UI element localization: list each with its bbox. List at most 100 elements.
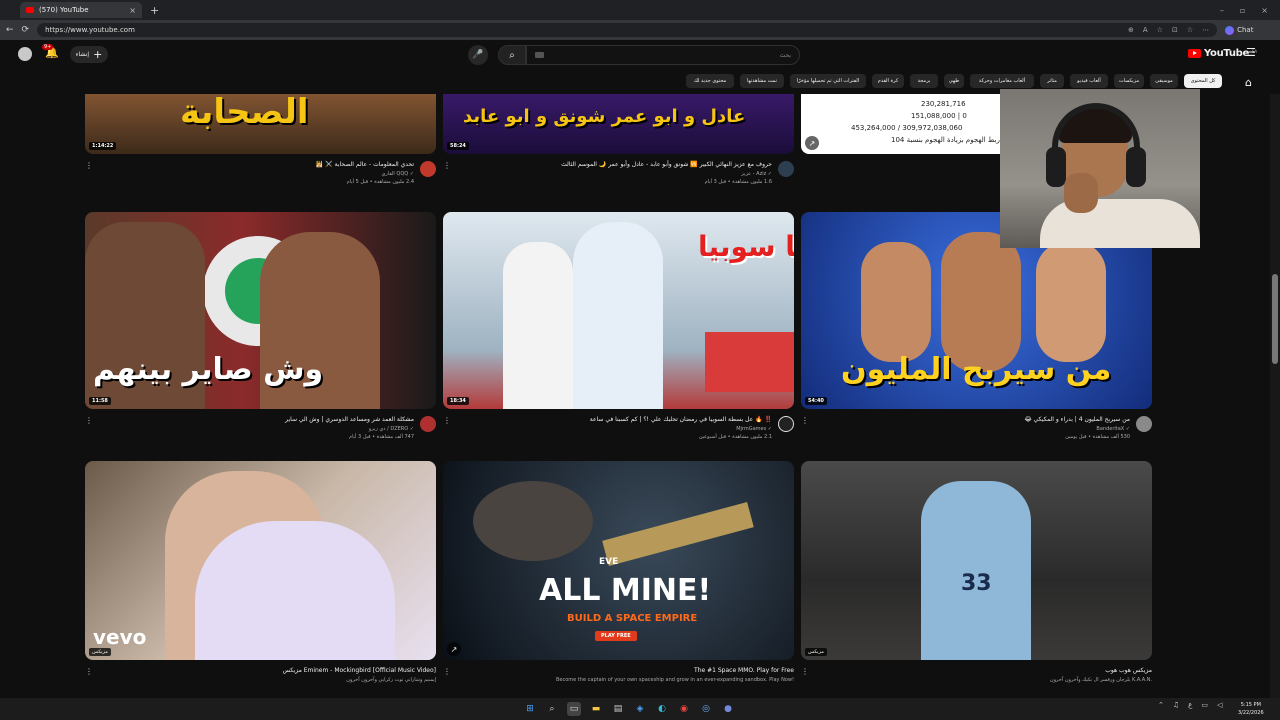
channel-name[interactable]: إيمنيم وشاراني توت ركرايي وآخرون آخرون (346, 677, 436, 683)
edge-browser-icon[interactable]: ◐ (655, 702, 669, 716)
hamburger-menu-icon[interactable]: ☰ (1246, 46, 1256, 59)
browser-tab[interactable]: (570) YouTube × (20, 2, 142, 18)
close-window-button[interactable]: × (1261, 6, 1268, 15)
copilot-chat-button[interactable]: Chat (1225, 25, 1253, 35)
file-explorer-icon[interactable]: ▬ (589, 702, 603, 716)
network-icon[interactable]: ▭ (1201, 701, 1208, 709)
reload-icon[interactable]: ⟳ (22, 25, 30, 35)
address-bar[interactable]: https://www.youtube.com ⊕ A ☆ ⊡ ☆ ⋯ (37, 23, 1218, 37)
video-card[interactable]: 33 مزيكس مزيكس هوب هوب يلرجان ورفسر ال ن… (801, 461, 1152, 696)
new-tab-button[interactable]: + (150, 4, 159, 17)
video-card[interactable]: EVE ALL MINE! BUILD A SPACE EMPIRE PLAY … (443, 461, 794, 696)
chip-recently-uploaded[interactable]: الفترات التي تم تحميلها مؤخرًا (790, 74, 866, 88)
taskbar-search-icon[interactable]: ⌕ (545, 702, 559, 716)
home-icon[interactable]: ⌂ (1245, 76, 1257, 89)
sheet-row: 151,088,000 | 0 (911, 112, 967, 120)
system-clock[interactable]: 5:15 PM 3/22/2026 (1238, 701, 1264, 717)
chip-mixes[interactable]: مزيكسات (1114, 74, 1144, 88)
search-input[interactable]: بحث (526, 45, 800, 65)
voice-search-mic-icon[interactable]: 🎤 (468, 45, 488, 65)
external-link-icon[interactable]: ↗ (805, 136, 819, 150)
chip-new-to-you[interactable]: محتوى جديد لك (686, 74, 734, 88)
back-icon[interactable]: ← (6, 25, 14, 35)
channel-avatar[interactable] (420, 416, 436, 432)
chip-influence[interactable]: مثاثر (1040, 74, 1064, 88)
discord-icon[interactable]: ● (721, 702, 735, 716)
play-free-button[interactable]: PLAY FREE (595, 631, 637, 641)
more-actions-icon[interactable]: ⋮ (85, 416, 93, 425)
favorite-star-icon[interactable]: ☆ (1157, 26, 1163, 34)
channel-avatar[interactable] (778, 161, 794, 177)
volume-icon[interactable]: ◁ (1217, 701, 1222, 709)
chip-programming[interactable]: برمجة (910, 74, 938, 88)
search-button[interactable]: ⌕ (498, 45, 526, 65)
video-title[interactable]: حروف مع عزيز النهائي الكبير 🆚 شونق وأبو … (561, 161, 772, 168)
chip-action-adventure[interactable]: ألعاب مغامرات وحركة (970, 74, 1034, 88)
chip-watched[interactable]: تمت مشاهدتها (740, 74, 784, 88)
minimize-button[interactable]: – (1220, 6, 1224, 15)
channel-name[interactable]: يلرجان ورفسر ال نكيك وآخرون آخرون K.A.A.… (1050, 677, 1152, 683)
channel-avatar[interactable] (1136, 416, 1152, 432)
more-actions-icon[interactable]: ⋮ (85, 161, 93, 170)
scrollbar-thumb[interactable] (1272, 274, 1278, 364)
site-info-icon[interactable]: ⊕ (1128, 26, 1134, 34)
channel-name[interactable]: دي زيرو / DZERO ✓ (369, 426, 414, 432)
more-actions-icon[interactable]: ⋮ (85, 667, 93, 676)
input-language[interactable]: ع (1188, 701, 1192, 709)
more-actions-icon[interactable]: ⋮ (443, 416, 451, 425)
video-title[interactable]: مزيكس هوب هوب (1105, 667, 1152, 674)
video-thumbnail[interactable]: بعنا سوبيا 18:34 (443, 212, 794, 409)
video-title[interactable]: من سيربح المليون 4 | بدراء و المكيكي 😂 (1025, 416, 1130, 423)
channel-name[interactable]: BanderitaX ✓ (1096, 426, 1130, 432)
video-card[interactable]: vevo مزيكس Eminem - Mockingbird [Officia… (85, 461, 436, 696)
video-card[interactable]: عادل و ابو عمر شونق و ابو عابد 58:24 حرو… (443, 94, 794, 190)
channel-name[interactable]: القاري QQQ ✓ (382, 171, 414, 177)
video-thumbnail[interactable]: الصحابة 1:14:22 (85, 94, 436, 154)
video-card[interactable]: وش صاير بينهم 11:58 مشكلة العمد شر ومساع… (85, 212, 436, 445)
split-screen-icon[interactable]: ⊡ (1172, 26, 1178, 34)
video-title[interactable]: Eminem - Mockingbird [Official Music Vid… (283, 667, 436, 674)
keyboard-icon[interactable] (535, 52, 544, 58)
chip-cooking[interactable]: طهي (944, 74, 964, 88)
chip-video-games[interactable]: ألعاب فيديو (1070, 74, 1108, 88)
video-thumbnail[interactable]: 33 مزيكس (801, 461, 1152, 660)
tab-close-icon[interactable]: × (129, 6, 136, 15)
video-thumbnail[interactable]: EVE ALL MINE! BUILD A SPACE EMPIRE PLAY … (443, 461, 794, 660)
video-card[interactable]: بعنا سوبيا 18:34 ‼️ 🔥 عل بسطة السوبيا في… (443, 212, 794, 445)
account-avatar[interactable] (18, 47, 32, 61)
steam-icon[interactable]: ◎ (699, 702, 713, 716)
chrome-browser-icon[interactable]: ◉ (677, 702, 691, 716)
more-actions-icon[interactable]: ⋮ (801, 416, 809, 425)
video-title[interactable]: The #1 Space MMO. Play for Free (694, 667, 794, 674)
page-scrollbar[interactable] (1270, 94, 1280, 698)
task-view-icon[interactable]: ▭ (567, 702, 581, 716)
video-title[interactable]: مشكلة العمد شر ومساعد الدوسري | وش الي س… (285, 416, 414, 423)
channel-avatar[interactable] (778, 416, 794, 432)
video-thumbnail[interactable]: عادل و ابو عمر شونق و ابو عابد 58:24 (443, 94, 794, 154)
more-actions-icon[interactable]: ⋮ (443, 667, 451, 676)
video-thumbnail[interactable]: vevo مزيكس (85, 461, 436, 660)
store-icon[interactable]: ◈ (633, 702, 647, 716)
notepad-icon[interactable]: ▤ (611, 702, 625, 716)
more-actions-icon[interactable]: ⋮ (801, 667, 809, 676)
video-thumbnail[interactable]: وش صاير بينهم 11:58 (85, 212, 436, 409)
channel-name[interactable]: عزيز - Aziz ✓ (741, 171, 772, 177)
chip-all[interactable]: كل المحتوى (1184, 74, 1222, 88)
video-title[interactable]: ‼️ 🔥 عل بسطة السوبيا في رمضان تحلبك علي … (590, 416, 772, 423)
more-options-icon[interactable]: ⋯ (1202, 26, 1209, 34)
create-button[interactable]: إنشاء + (70, 46, 108, 63)
video-card[interactable]: الصحابة 1:14:22 تحدي المعلومات - عالم ال… (85, 94, 436, 190)
favorites-icon[interactable]: ☆ (1187, 26, 1193, 34)
channel-name[interactable]: MjrmGames ✓ (736, 426, 772, 432)
chip-music[interactable]: موسيقى (1150, 74, 1178, 88)
tray-mic-icon[interactable]: ♫ (1173, 701, 1179, 709)
external-link-icon[interactable]: ↗ (447, 642, 461, 656)
chip-football[interactable]: كرة القدم (872, 74, 904, 88)
maximize-button[interactable]: ▫ (1240, 6, 1245, 15)
video-title[interactable]: تحدي المعلومات - عالم الصحابة ⚔️ 🕌 (316, 161, 414, 168)
start-windows-icon[interactable]: ⊞ (523, 702, 537, 716)
more-actions-icon[interactable]: ⋮ (443, 161, 451, 170)
channel-avatar[interactable] (420, 161, 436, 177)
tray-arrow-icon[interactable]: ⌃ (1158, 701, 1164, 709)
read-aloud-icon[interactable]: A (1143, 26, 1148, 34)
